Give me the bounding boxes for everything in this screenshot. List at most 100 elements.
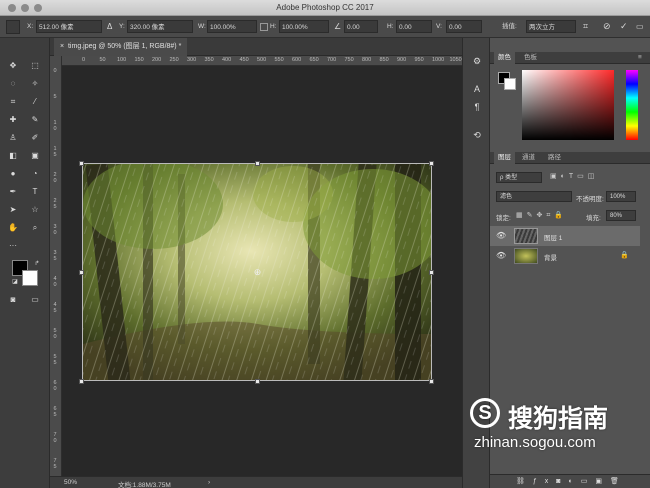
brush-tool-icon[interactable]: ✎ [28, 114, 42, 126]
transform-handle-top-right[interactable] [429, 161, 434, 166]
commit-transform-icon[interactable]: ✓ [620, 20, 628, 33]
type-tool-icon[interactable]: T [28, 186, 42, 198]
marquee-tool-icon[interactable]: ⬚ [28, 60, 42, 72]
x-field[interactable]: 512.00 像素 [36, 20, 102, 33]
document-tab-close[interactable]: × [60, 43, 64, 50]
ruler-left-tick: 0 [53, 68, 57, 74]
layer-row-background[interactable]: 👁 背景 🔒 [490, 246, 640, 266]
lasso-tool-icon[interactable]: ◌ [6, 78, 20, 90]
tab-channels[interactable]: 通道 [518, 152, 539, 164]
ruler-left-tick: 15 [53, 146, 57, 158]
w-field[interactable]: 100.00% [207, 20, 257, 33]
interpolation-label: 插值: [502, 23, 517, 30]
crop-tool-icon[interactable]: ⌗ [6, 96, 20, 108]
layer-row-1[interactable]: 👁 图层 1 [490, 226, 640, 246]
layer-footer-icons[interactable]: ⛓ƒx◙◐▭▣🗑 [516, 477, 627, 485]
opacity-field[interactable]: 100% [606, 191, 636, 202]
opacity-label: 不透明度: [576, 196, 604, 203]
warp-mode-icon[interactable]: ⌗ [583, 20, 588, 33]
path-selection-tool-icon[interactable]: ➤ [6, 204, 20, 216]
cancel-transform-icon[interactable]: ⊘ [603, 20, 611, 33]
move-tool-icon[interactable]: ✥ [6, 60, 20, 72]
vskew-field[interactable]: 0.00 [446, 20, 482, 33]
link-icon[interactable] [260, 23, 268, 31]
eraser-tool-icon[interactable]: ◧ [6, 150, 20, 162]
photoshop-window: Adobe Photoshop CC 2017 X: 512.00 像素 Δ Y… [0, 0, 650, 488]
tools-panel: ✥ ⬚ ◌ ✧ ⌗ ⁄ ✚ ✎ ♙ ✐ ◧ ▣ ● ◔ ✒ T ➤ ☆ ✋ ⌕ … [0, 38, 50, 488]
clone-stamp-tool-icon[interactable]: ♙ [6, 132, 20, 144]
ruler-top[interactable]: 0 50 100 150 200 250 300 350 400 450 500 550 600 650 7… [62, 56, 462, 66]
layer-thumbnail [514, 248, 538, 264]
visibility-eye-icon[interactable]: 👁 [496, 231, 506, 240]
properties-icon[interactable]: ⚙ [470, 56, 484, 67]
transform-center-icon[interactable]: ⊕ [253, 268, 262, 277]
swap-colors-icon[interactable]: ↱ [30, 258, 44, 270]
more-tools-icon[interactable]: ··· [6, 240, 20, 252]
pen-tool-icon[interactable]: ✒ [6, 186, 20, 198]
quick-selection-tool-icon[interactable]: ✧ [28, 78, 42, 90]
lock-icons[interactable]: ▦✎✥⌗🔒 [516, 211, 567, 220]
eyedropper-tool-icon[interactable]: ⁄ [28, 96, 42, 108]
background-color-swatch[interactable] [22, 270, 38, 286]
history-icon[interactable]: ⟲ [470, 130, 484, 141]
hue-slider[interactable] [626, 70, 638, 140]
blend-mode-select[interactable]: 滤色 [496, 191, 572, 202]
ruler-top-tick: 400 [222, 57, 232, 63]
layer-filter-icons[interactable]: ▣◐T▭◫ [550, 172, 598, 180]
ruler-left-tick: 55 [53, 354, 57, 366]
transform-handle-top[interactable] [255, 161, 260, 166]
blur-tool-icon[interactable]: ● [6, 168, 20, 180]
transform-handle-left[interactable] [79, 270, 84, 275]
ruler-top-tick: 150 [134, 57, 144, 63]
zoom-level[interactable]: 50% [64, 479, 77, 486]
ruler-top-tick: 800 [362, 57, 372, 63]
dodge-tool-icon[interactable]: ◔ [28, 168, 42, 180]
default-colors-icon[interactable]: ◪ [8, 276, 22, 288]
layer-thumbnail [514, 228, 538, 244]
healing-brush-tool-icon[interactable]: ✚ [6, 114, 20, 126]
transform-handle-right[interactable] [429, 270, 434, 275]
hskew-field[interactable]: 0.00 [396, 20, 432, 33]
paragraph-icon[interactable]: ¶ [470, 102, 484, 112]
ruler-left-tick: 50 [53, 328, 57, 340]
relative-position-icon[interactable]: Δ [107, 20, 112, 33]
layer-name[interactable]: 背景 [544, 252, 557, 262]
bg-color-chip[interactable] [504, 78, 516, 90]
ruler-top-tick: 700 [327, 57, 337, 63]
document-tab[interactable]: × timg.jpeg @ 50% (图层 1, RGB/8#) * [54, 38, 188, 56]
options-bar: X: 512.00 像素 Δ Y: 320.00 像素 W: 100.00% H… [0, 16, 650, 38]
tab-layers[interactable]: 图层 [494, 152, 515, 164]
ruler-left-tick: 5 [53, 94, 57, 100]
hand-tool-icon[interactable]: ✋ [6, 222, 20, 234]
interpolation-select[interactable]: 两次立方 [526, 20, 576, 33]
character-icon[interactable]: A [470, 84, 484, 94]
layer-filter-select[interactable]: ρ 类型 [496, 172, 542, 183]
tab-swatches[interactable]: 色板 [520, 52, 541, 64]
workspace-icon[interactable]: ▭ [636, 20, 644, 33]
history-brush-tool-icon[interactable]: ✐ [28, 132, 42, 144]
shape-tool-icon[interactable]: ☆ [28, 204, 42, 216]
reference-point-icon[interactable] [6, 20, 20, 34]
color-panel-menu[interactable]: ≡ [634, 52, 646, 64]
tab-paths[interactable]: 路径 [544, 152, 565, 164]
visibility-eye-icon[interactable]: 👁 [496, 251, 506, 260]
tab-color[interactable]: 颜色 [494, 52, 515, 64]
ruler-left-tick: 40 [53, 276, 57, 288]
ruler-left-tick: 45 [53, 302, 57, 314]
layer-name[interactable]: 图层 1 [544, 232, 562, 242]
h-field[interactable]: 100.00% [279, 20, 329, 33]
y-field[interactable]: 320.00 像素 [127, 20, 193, 33]
ruler-left[interactable]: 0 5 10 15 20 25 30 35 40 45 50 55 60 65 70 75 [50, 56, 62, 476]
status-menu-arrow[interactable]: › [208, 479, 210, 486]
transform-handle-bottom-left[interactable] [79, 379, 84, 384]
screen-mode-icon[interactable]: ▭ [28, 294, 42, 306]
angle-field[interactable]: 0.00 [344, 20, 378, 33]
transform-handle-bottom[interactable] [255, 379, 260, 384]
transform-handle-bottom-right[interactable] [429, 379, 434, 384]
gradient-tool-icon[interactable]: ▣ [28, 150, 42, 162]
transform-handle-top-left[interactable] [79, 161, 84, 166]
quick-mask-icon[interactable]: ◙ [6, 294, 20, 306]
color-field[interactable] [522, 70, 614, 140]
zoom-tool-icon[interactable]: ⌕ [28, 222, 42, 234]
fill-field[interactable]: 80% [606, 210, 636, 221]
